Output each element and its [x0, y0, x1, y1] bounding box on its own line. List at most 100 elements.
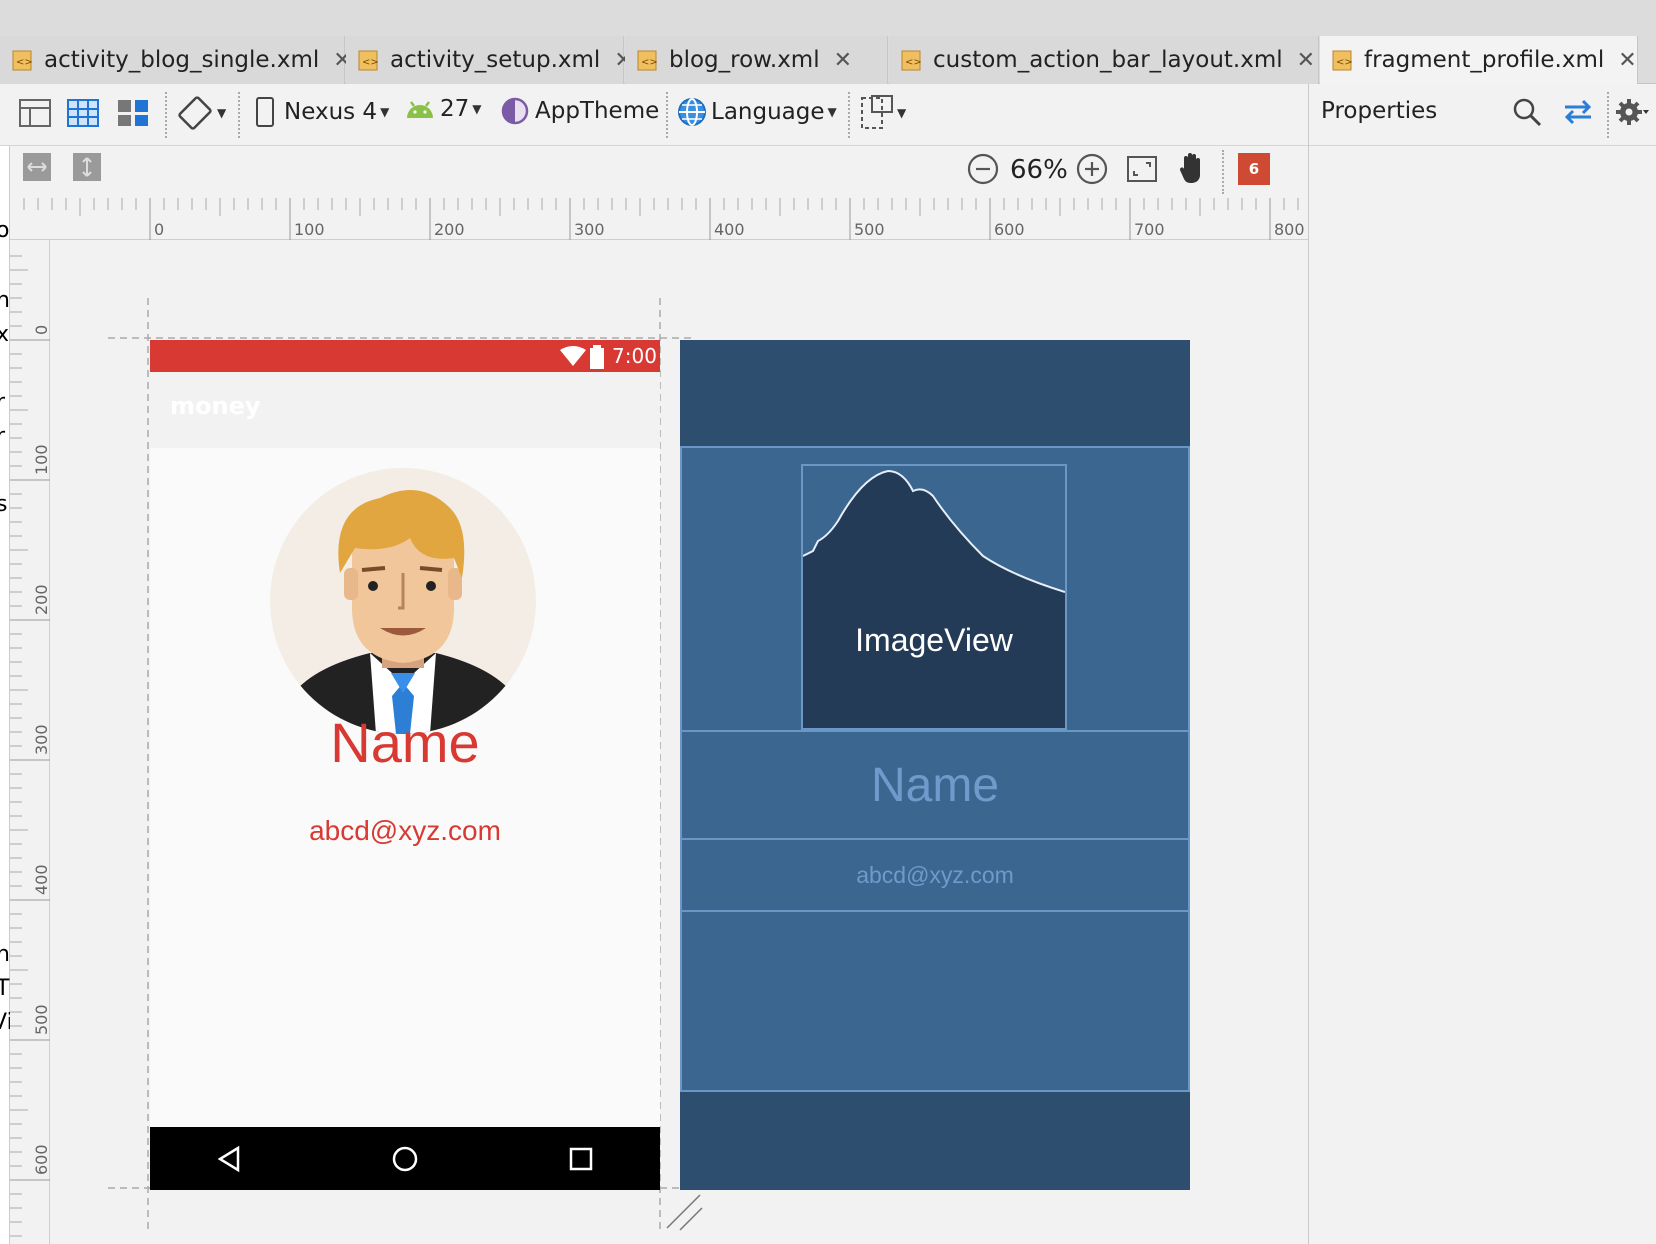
- android-icon: [407, 101, 433, 118]
- status-time: 7:00: [612, 344, 657, 368]
- ruler-label: 500: [32, 1004, 51, 1035]
- expand-horizontal-icon[interactable]: [22, 152, 52, 182]
- tab-label: custom_action_bar_layout.xml: [933, 47, 1283, 73]
- cutoff-text: s: [0, 492, 8, 517]
- cutoff-text: T: [0, 976, 10, 1001]
- blueprint-name-view[interactable]: Name: [680, 730, 1190, 840]
- back-icon: [217, 1145, 240, 1173]
- layout-variants-icon: [861, 95, 893, 129]
- status-bar: 7:00: [150, 340, 660, 372]
- svg-text:<>: <>: [1336, 57, 1353, 68]
- layout-variants-dropdown[interactable]: ▼: [860, 94, 906, 132]
- expand-vertical-icon[interactable]: [72, 152, 102, 182]
- phone-icon: [256, 97, 274, 127]
- app-bar: money: [150, 372, 660, 448]
- ruler-label: 500: [854, 220, 885, 239]
- svg-text:<>: <>: [641, 57, 658, 68]
- blueprint-preview[interactable]: ImageView Name abcd@xyz.com: [680, 340, 1190, 1190]
- device-label: Nexus 4: [284, 99, 378, 125]
- orientation-dropdown[interactable]: ▼: [176, 94, 226, 132]
- zoom-level: 66%: [1010, 155, 1068, 185]
- language-label: Language: [711, 99, 825, 125]
- tab-label: activity_blog_single.xml: [44, 47, 320, 73]
- device-dropdown[interactable]: Nexus 4 ▼: [254, 96, 389, 128]
- xml-file-icon: <>: [636, 48, 660, 72]
- ruler-label: 600: [32, 1144, 51, 1175]
- pan-hand-icon[interactable]: [1176, 150, 1208, 186]
- profile-email[interactable]: abcd@xyz.com: [150, 815, 660, 847]
- api-label: 27: [440, 96, 470, 122]
- language-dropdown[interactable]: Language ▼: [676, 96, 837, 128]
- ruler-label: 200: [32, 584, 51, 615]
- zoom-in-icon[interactable]: [1075, 152, 1109, 186]
- gear-icon[interactable]: [1615, 96, 1649, 128]
- cutoff-text: n: [0, 942, 10, 967]
- blueprint-email-view[interactable]: abcd@xyz.com: [680, 838, 1190, 912]
- battery-icon: [590, 345, 604, 369]
- xml-file-icon: <>: [357, 48, 381, 72]
- cutoff-text: n: [0, 288, 10, 313]
- ruler-label: 200: [434, 220, 465, 239]
- xml-file-icon: <>: [900, 48, 924, 72]
- search-icon[interactable]: [1511, 96, 1543, 128]
- close-icon[interactable]: ✕: [1618, 48, 1636, 73]
- ruler-label: 100: [32, 444, 51, 475]
- app-title: money: [170, 392, 261, 420]
- properties-panel: Properties: [1308, 84, 1656, 1244]
- layout-editor-toolbar: ▼ Nexus 4 ▼ 27 ▼ AppTheme Language ▼ ▼: [0, 84, 1308, 146]
- blueprint-name-text: Name: [870, 759, 1000, 812]
- component-tree-edge: o n x r r s n T Vi: [0, 146, 13, 1244]
- swap-view-icon[interactable]: [1561, 96, 1595, 128]
- blueprint-view-icon[interactable]: [66, 96, 100, 130]
- tab-label: blog_row.xml: [669, 47, 820, 73]
- tab-activity-setup[interactable]: <> activity_setup.xml ✕: [346, 36, 633, 84]
- ruler-label: 300: [574, 220, 605, 239]
- svg-text:<>: <>: [362, 57, 379, 68]
- profile-avatar[interactable]: [270, 468, 536, 734]
- close-icon[interactable]: ✕: [834, 48, 852, 73]
- globe-icon: [678, 98, 706, 126]
- blueprint-imageview[interactable]: ImageView: [801, 464, 1067, 730]
- tab-label: fragment_profile.xml: [1364, 47, 1605, 73]
- ruler-label: 400: [714, 220, 745, 239]
- issues-badge[interactable]: 6: [1238, 153, 1270, 185]
- blueprint-email-text: abcd@xyz.com: [856, 862, 1014, 888]
- ruler-label: 100: [294, 220, 325, 239]
- vertical-ruler: 0 100 200 300 400 500 600: [10, 240, 51, 1244]
- home-icon: [392, 1146, 418, 1172]
- ruler-label: 700: [1134, 220, 1165, 239]
- close-icon[interactable]: ✕: [1297, 48, 1315, 73]
- ruler-label: 0: [154, 220, 165, 239]
- rotate-icon: [178, 96, 212, 130]
- wifi-icon: [560, 346, 586, 366]
- theme-label: AppTheme: [535, 98, 660, 124]
- tab-blog-row[interactable]: <> blog_row.xml ✕: [625, 36, 888, 84]
- design-and-blueprint-icon[interactable]: [116, 96, 150, 130]
- horizontal-ruler: 0 100 200 300 400 500 600 700 800: [10, 198, 1308, 240]
- theme-icon: [501, 97, 529, 125]
- imageview-label: ImageView: [855, 622, 1013, 658]
- ruler-label: 800: [1274, 220, 1305, 239]
- ruler-label: 0: [32, 324, 51, 335]
- theme-dropdown[interactable]: AppTheme: [500, 96, 659, 126]
- cutoff-text: o: [0, 218, 10, 243]
- cutoff-text: r: [0, 390, 6, 415]
- person-avatar-icon: [290, 490, 516, 734]
- navigation-bar: [150, 1127, 660, 1190]
- tab-label: activity_setup.xml: [390, 47, 601, 73]
- zoom-out-icon[interactable]: [966, 152, 1000, 186]
- cutoff-text: x: [0, 322, 10, 347]
- ruler-label: 400: [32, 864, 51, 895]
- tab-activity-blog-single[interactable]: <> activity_blog_single.xml ✕: [0, 36, 352, 84]
- tab-custom-action-bar-layout[interactable]: <> custom_action_bar_layout.xml ✕: [889, 36, 1319, 84]
- ruler-label: 600: [994, 220, 1025, 239]
- tab-fragment-profile[interactable]: <> fragment_profile.xml ✕: [1320, 36, 1638, 84]
- xml-file-icon: <>: [1331, 48, 1355, 72]
- design-preview[interactable]: 7:00 money Name abcd@xyz.com: [150, 340, 660, 1190]
- design-view-icon[interactable]: [18, 96, 52, 130]
- api-level-dropdown[interactable]: 27 ▼: [404, 96, 482, 122]
- profile-name[interactable]: Name: [150, 710, 660, 775]
- recents-icon: [569, 1147, 593, 1171]
- editor-tab-bar: <> activity_blog_single.xml ✕ <> activit…: [0, 0, 1656, 84]
- zoom-to-fit-icon[interactable]: [1126, 153, 1158, 185]
